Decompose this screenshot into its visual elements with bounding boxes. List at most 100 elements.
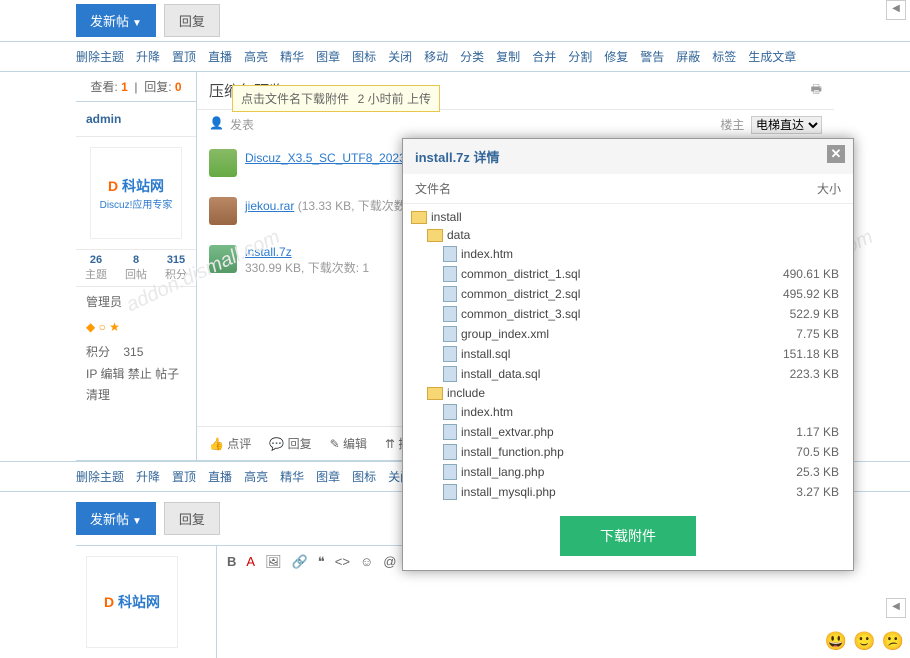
col-filename: 文件名 <box>415 180 771 197</box>
edit-action[interactable]: ✎ 编辑 <box>330 435 367 452</box>
emoji[interactable]: 😕 <box>882 631 904 652</box>
bold-icon[interactable]: B <box>227 554 236 569</box>
tree-file[interactable]: common_district_2.sql495.92 KB <box>411 284 845 304</box>
new-post-button[interactable]: 发新帖▼ <box>76 502 156 535</box>
mod-action[interactable]: 置顶 <box>172 48 196 65</box>
mod-action[interactable]: 图标 <box>352 48 376 65</box>
tree-file[interactable]: install_mysqli.php3.27 KB <box>411 482 845 502</box>
tree-file[interactable]: common_district_1.sql490.61 KB <box>411 264 845 284</box>
emoji[interactable]: 🙂 <box>853 631 875 652</box>
reply-button[interactable]: 回复 <box>164 4 220 37</box>
author-sidebar: 查看: 1 | 回复: 0 admin D 科站网 Discuz!应用专家 26… <box>76 72 197 460</box>
author-name[interactable]: admin <box>76 102 196 137</box>
file-icon <box>443 326 457 342</box>
mod-action[interactable]: 精华 <box>280 468 304 485</box>
mod-action[interactable]: 警告 <box>640 48 664 65</box>
tree-folder[interactable]: install <box>411 208 845 226</box>
download-button[interactable]: 下载附件 <box>560 516 696 556</box>
mod-action[interactable]: 精华 <box>280 48 304 65</box>
mod-action[interactable]: 移动 <box>424 48 448 65</box>
code-icon[interactable]: <> <box>335 554 350 569</box>
folder-icon <box>427 229 443 242</box>
attachment-meta: 330.99 KB, 下载次数: 1 <box>245 261 369 275</box>
user-stats: 26主题 8回帖 315积分 <box>76 249 196 287</box>
mod-action[interactable]: 直播 <box>208 468 232 485</box>
at-icon[interactable]: @ <box>383 554 396 569</box>
file-icon <box>443 444 457 460</box>
reply-button[interactable]: 回复 <box>164 502 220 535</box>
print-icon[interactable]: 🖶 <box>811 80 822 101</box>
mod-action[interactable]: 分割 <box>568 48 592 65</box>
emoji[interactable]: 😃 <box>825 631 847 652</box>
user-extra: 积分 315 IP 编辑 禁止 帖子 清理 <box>76 338 196 411</box>
moderation-bar: 删除主题升降置顶直播高亮精华图章图标关闭移动分类复制合并分割修复警告屏蔽标签生成… <box>0 41 910 72</box>
rar-icon <box>209 197 237 225</box>
tree-folder[interactable]: include <box>411 384 845 402</box>
mod-action[interactable]: 图章 <box>316 468 340 485</box>
mod-action[interactable]: 合并 <box>532 48 556 65</box>
tree-file[interactable]: install_data.sql223.3 KB <box>411 364 845 384</box>
file-icon <box>443 346 457 362</box>
quote-icon[interactable]: ❝ <box>318 554 325 570</box>
file-icon <box>443 464 457 480</box>
tree-file[interactable]: install_extvar.php1.17 KB <box>411 422 845 442</box>
mod-action[interactable]: 图章 <box>316 48 340 65</box>
publish-label: 发表 <box>230 116 254 133</box>
tree-file[interactable]: install_function.php70.5 KB <box>411 442 845 462</box>
zip-icon <box>209 149 237 177</box>
tree-file[interactable]: install_lang.php25.3 KB <box>411 462 845 482</box>
new-post-button[interactable]: 发新帖▼ <box>76 4 156 37</box>
mod-action[interactable]: 分类 <box>460 48 484 65</box>
modal-header: install.7z 详情 ✕ <box>403 139 853 174</box>
publish-icon: 👤 <box>209 116 224 133</box>
tree-file[interactable]: index.htm <box>411 402 845 422</box>
folder-icon <box>411 211 427 224</box>
avatar[interactable]: D 科站网 Discuz!应用专家 <box>90 147 182 239</box>
collapse-icon[interactable]: ◀ <box>886 598 906 618</box>
mod-action[interactable]: 置顶 <box>172 468 196 485</box>
mod-action[interactable]: 直播 <box>208 48 232 65</box>
emoji-picker: 😃 🙂 😕 <box>825 631 904 652</box>
attachment-link[interactable]: jiekou.rar <box>245 199 294 213</box>
color-icon[interactable]: A <box>246 554 255 569</box>
mod-action[interactable]: 生成文章 <box>748 48 796 65</box>
file-icon <box>443 484 457 500</box>
link-icon[interactable]: 🔗 <box>292 554 308 570</box>
mod-action[interactable]: 高亮 <box>244 48 268 65</box>
tree-file[interactable]: index.htm <box>411 244 845 264</box>
floor-select[interactable]: 电梯直达 <box>751 116 822 134</box>
reply-action[interactable]: 💬 回复 <box>269 435 311 452</box>
file-icon <box>443 286 457 302</box>
folder-icon <box>427 387 443 400</box>
file-icon <box>443 246 457 262</box>
tree-file[interactable]: install.sql151.18 KB <box>411 344 845 364</box>
attachment-link[interactable]: install.7z <box>245 245 292 259</box>
like-button[interactable]: 👍 点评 <box>209 435 251 452</box>
file-icon <box>443 306 457 322</box>
mod-action[interactable]: 删除主题 <box>76 468 124 485</box>
mod-action[interactable]: 屏蔽 <box>676 48 700 65</box>
mod-action[interactable]: 关闭 <box>388 48 412 65</box>
7z-icon <box>209 245 237 273</box>
mod-action[interactable]: 图标 <box>352 468 376 485</box>
file-icon <box>443 266 457 282</box>
tree-file[interactable]: group_index.xml7.75 KB <box>411 324 845 344</box>
tree-folder[interactable]: data <box>411 226 845 244</box>
mod-action[interactable]: 高亮 <box>244 468 268 485</box>
mod-action[interactable]: 删除主题 <box>76 48 124 65</box>
file-tree[interactable]: installdataindex.htmcommon_district_1.sq… <box>403 204 853 502</box>
col-size: 大小 <box>771 180 841 197</box>
user-role: 管理员 <box>76 287 196 316</box>
mod-action[interactable]: 修复 <box>604 48 628 65</box>
avatar: D 科站网 <box>86 556 178 648</box>
mod-action[interactable]: 升降 <box>136 468 160 485</box>
emoji-icon[interactable]: ☺ <box>360 554 373 569</box>
image-icon[interactable]: 🖼 <box>265 554 282 570</box>
mod-action[interactable]: 升降 <box>136 48 160 65</box>
floor-label: 楼主 <box>720 118 744 132</box>
close-icon[interactable]: ✕ <box>827 145 845 163</box>
mod-action[interactable]: 复制 <box>496 48 520 65</box>
mod-action[interactable]: 标签 <box>712 48 736 65</box>
tree-file[interactable]: common_district_3.sql522.9 KB <box>411 304 845 324</box>
collapse-icon[interactable]: ◀ <box>886 0 906 20</box>
